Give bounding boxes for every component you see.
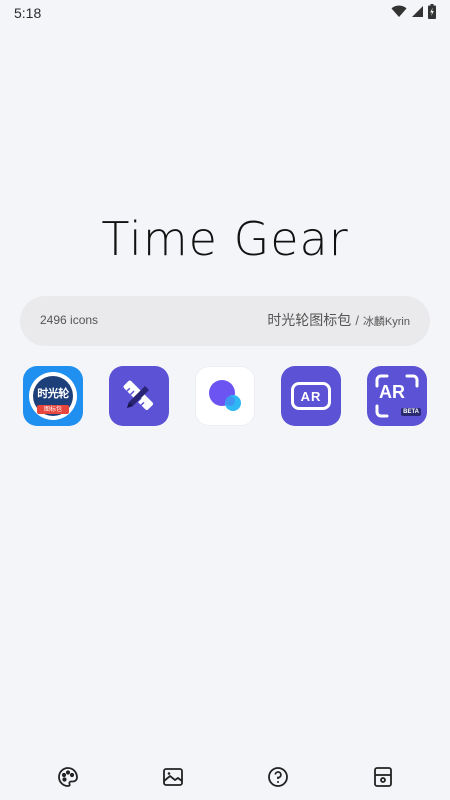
wifi-icon — [391, 5, 407, 18]
widget-icon[interactable] — [368, 762, 398, 792]
status-bar: 5:18 — [0, 0, 450, 26]
icon-count: 2496 icons — [40, 313, 99, 327]
help-icon[interactable] — [263, 762, 293, 792]
shiguanglun-label: 时光轮 — [37, 387, 69, 400]
cell-signal-icon — [411, 5, 424, 18]
ar-glasses-label: AR — [300, 388, 322, 404]
beta-badge: BETA — [401, 408, 421, 416]
circle-bubble-icon[interactable] — [195, 366, 255, 426]
pack-name: 时光轮图标包 — [267, 312, 352, 328]
palette-icon[interactable] — [53, 762, 83, 792]
ruler-pencil-icon[interactable] — [109, 366, 169, 426]
ar-glasses-icon[interactable]: AR — [281, 366, 341, 426]
ar-beta-icon[interactable]: AR BETA — [367, 366, 427, 426]
battery-charging-icon — [428, 4, 436, 19]
wallpaper-icon[interactable] — [158, 762, 188, 792]
bottom-nav — [0, 762, 450, 794]
shiguanglun-icon[interactable]: 时光轮 图标包 — [23, 366, 83, 426]
ar-beta-label: AR — [379, 382, 405, 402]
pack-author: 冰麟Kyrin — [362, 316, 410, 328]
shiguanglun-badge: 时光轮 图标包 — [29, 372, 77, 420]
shiguanglun-sublabel: 图标包 — [37, 405, 69, 414]
status-time: 5:18 — [14, 5, 42, 21]
icon-pack-info-bar[interactable]: 2496 icons 时光轮图标包 / 冰麟Kyrin — [20, 296, 430, 346]
icon-preview-row: 时光轮 图标包 AR AR BETA — [23, 366, 427, 426]
ar-glasses-frame: AR — [291, 382, 331, 410]
pack-separator: / — [355, 313, 359, 328]
pack-info: 时光轮图标包 / 冰麟Kyrin — [267, 310, 410, 330]
app-title: Time Gear — [101, 212, 349, 266]
status-icons — [391, 4, 436, 19]
